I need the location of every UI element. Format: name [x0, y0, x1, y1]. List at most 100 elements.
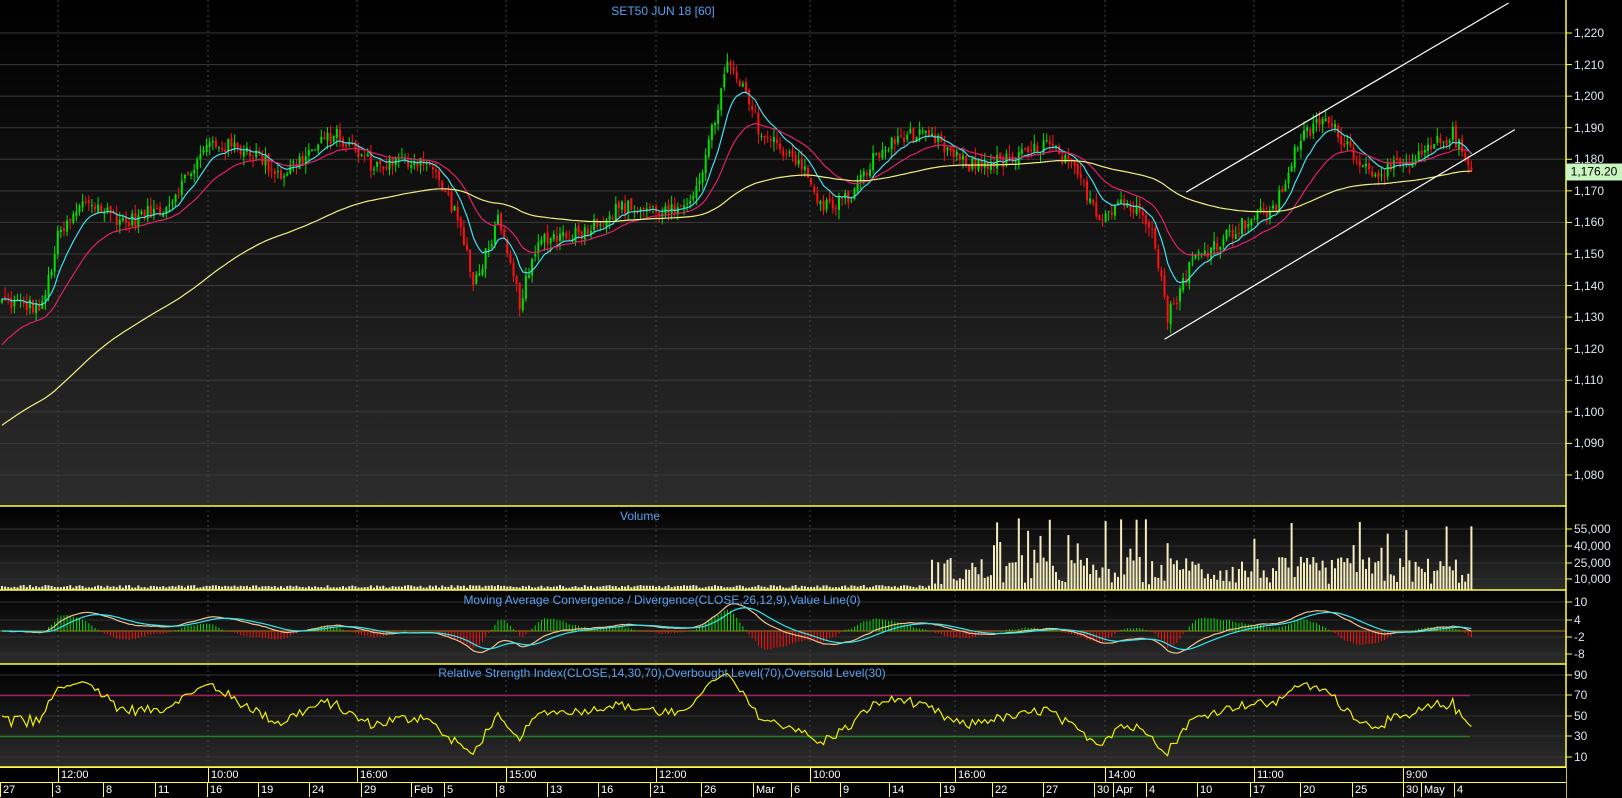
candle-body: [810, 178, 813, 185]
candle-body: [264, 155, 267, 166]
candle-body: [723, 74, 726, 88]
candle-body: [924, 131, 927, 133]
candle-body: [435, 169, 437, 172]
candle-body: [162, 214, 165, 217]
candle-body: [838, 196, 840, 210]
candle-body: [1244, 220, 1247, 230]
volume-bar: [1089, 574, 1092, 590]
candle-body: [252, 157, 255, 159]
candle-body: [617, 202, 620, 209]
candle-body: [63, 228, 65, 231]
candle-body: [946, 147, 949, 151]
candle-body: [307, 150, 310, 156]
volume-bar: [1172, 564, 1175, 590]
volume-bar: [1402, 567, 1405, 590]
price-axis-label: 1,170: [1574, 183, 1605, 198]
candle-body: [1008, 154, 1011, 156]
volume-bar: [1330, 560, 1333, 590]
candle-body: [1278, 190, 1281, 212]
volume-bar: [1433, 570, 1436, 590]
candle-body: [1334, 124, 1336, 128]
macd-panel-title: Moving Average Convergence / Divergence(…: [463, 593, 861, 607]
volume-bar: [996, 522, 999, 590]
volume-bar: [1169, 558, 1172, 590]
volume-bar: [1312, 557, 1315, 590]
volume-bar: [1042, 557, 1045, 590]
candle-body: [717, 109, 720, 124]
volume-bar: [1113, 572, 1116, 590]
candle-body: [1076, 164, 1079, 175]
candle-body: [1172, 303, 1175, 305]
volume-bar: [1315, 562, 1318, 590]
candle-body: [518, 282, 521, 309]
volume-bar: [1138, 557, 1141, 590]
candle-body: [118, 219, 121, 225]
candle-body: [1290, 166, 1293, 172]
axis-label: 6: [791, 783, 800, 797]
candle-body: [1247, 224, 1250, 228]
macd-axis-label: -2: [1574, 630, 1585, 644]
price-axis-label: 1,130: [1574, 310, 1605, 325]
candle-body: [785, 153, 788, 155]
volume-bar: [1141, 582, 1144, 590]
candle-body: [524, 275, 527, 299]
candle-body: [797, 160, 800, 165]
candle-body: [481, 269, 484, 275]
volume-bar: [1358, 522, 1361, 590]
price-axis-label: 1,110: [1574, 373, 1604, 388]
candle-body: [196, 159, 199, 170]
volume-bar: [1020, 555, 1023, 590]
candle-body: [75, 211, 78, 216]
volume-bar: [934, 583, 937, 590]
candle-body: [280, 170, 282, 179]
candle-body: [1042, 140, 1045, 155]
candle-body: [611, 217, 614, 220]
price-panel-background: [0, 0, 1566, 506]
volume-bar: [1048, 519, 1051, 590]
candle-body: [1079, 173, 1082, 179]
volume-bar: [952, 578, 955, 590]
candle-body: [800, 158, 803, 170]
candle-body: [1132, 209, 1135, 213]
candle-body: [701, 172, 704, 183]
axis-label: 4: [1146, 783, 1155, 797]
candle-body: [555, 235, 558, 242]
candle-body: [605, 219, 608, 227]
volume-bar: [1377, 561, 1380, 590]
axis-label: 27: [1043, 783, 1058, 797]
time-axis: 12:00 10:00 16:00 15:00 12:00 10:00 16:00 14:00…: [0, 767, 1566, 782]
volume-bar: [1268, 582, 1271, 590]
candle-body: [1225, 230, 1228, 240]
candle-body: [369, 153, 372, 171]
candle-body: [1154, 227, 1157, 249]
volume-bar: [1439, 561, 1442, 590]
candle-body: [1089, 198, 1092, 203]
candle-body: [1380, 174, 1383, 176]
candle-body: [1169, 303, 1172, 325]
volume-bar: [1244, 570, 1247, 590]
volume-bar: [1148, 584, 1150, 590]
volume-bar: [1191, 561, 1194, 590]
candle-body: [1458, 139, 1460, 149]
volume-bar: [1132, 560, 1135, 590]
candle-body: [1318, 118, 1321, 126]
volume-bar: [1017, 518, 1020, 590]
candle-body: [862, 171, 865, 176]
volume-bar: [949, 558, 952, 590]
candle-body: [146, 206, 149, 219]
axis-label: 19: [258, 783, 273, 797]
axis-label: 11: [155, 783, 169, 797]
candle-body: [949, 147, 952, 151]
candle-body: [1250, 219, 1253, 226]
candle-body: [1027, 147, 1030, 153]
candle-body: [1061, 156, 1064, 164]
candle-body: [679, 205, 682, 207]
volume-bar: [1219, 570, 1222, 590]
candle-body: [1259, 207, 1262, 212]
candle-body: [131, 213, 134, 226]
candle-body: [1445, 140, 1448, 145]
candle-body: [78, 205, 81, 213]
candle-body: [450, 192, 453, 212]
candle-body: [1160, 270, 1163, 277]
candle-body: [444, 190, 447, 192]
